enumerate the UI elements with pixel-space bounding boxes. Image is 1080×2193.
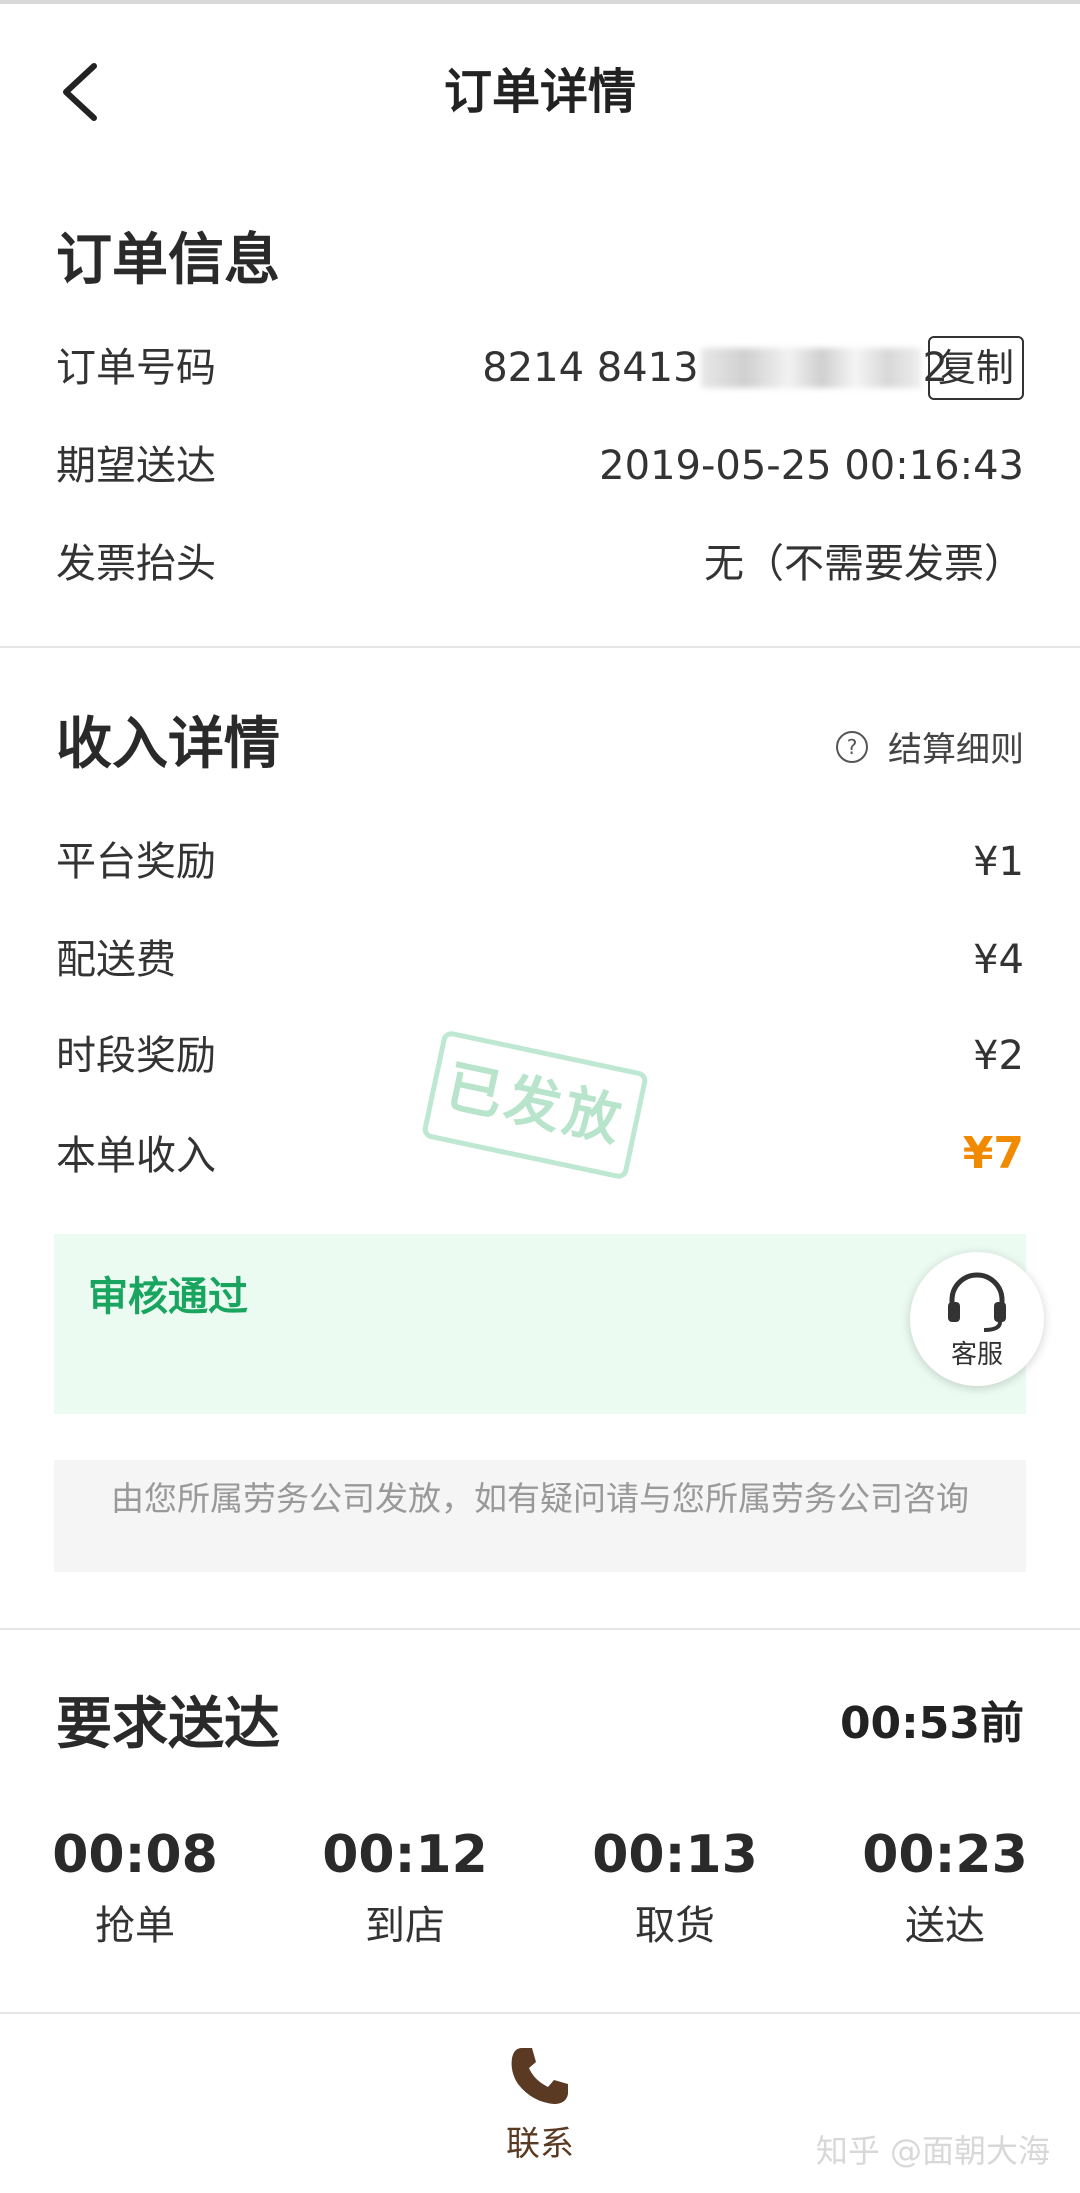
step-label: 送达 (905, 1903, 985, 1949)
expected-delivery-label: 期望送达 (56, 443, 216, 489)
delivery-title: 要求送达 (56, 1692, 280, 1757)
settlement-rules-label: 结算细则 (888, 730, 1024, 770)
contact-label: 联系 (506, 2124, 574, 2164)
step-time: 00:13 (592, 1825, 758, 1885)
step-label: 抢单 (95, 1903, 175, 1949)
expected-delivery-value: 2019-05-25 00:16:43 (599, 443, 1024, 489)
step-time: 00:12 (322, 1825, 488, 1885)
invoice-label: 发票抬头 (56, 541, 216, 587)
order-number-value: 8214 8413 2 (482, 340, 948, 396)
step-time: 00:23 (862, 1825, 1028, 1885)
customer-service-button[interactable]: 客服 (910, 1252, 1044, 1386)
audit-status-box: 审核通过 (54, 1234, 1026, 1414)
header: 订单详情 (0, 4, 1080, 174)
copy-button[interactable]: 复制 (927, 336, 1024, 400)
order-number-prefix: 8214 8413 (482, 345, 699, 391)
question-icon: ? (836, 730, 868, 763)
delivery-fee-label: 配送费 (56, 937, 176, 983)
divider (0, 646, 1080, 648)
order-info-title: 订单信息 (56, 228, 280, 293)
audit-status-text: 审核通过 (88, 1274, 248, 1320)
payout-notice-text: 由您所属劳务公司发放，如有疑问请与您所属劳务公司咨询 (111, 1479, 969, 1518)
order-number-redacted (700, 348, 921, 388)
bottom-bar: 联系 知乎 @面朝大海 (0, 2014, 1080, 2193)
time-reward-value: ¥2 (973, 1033, 1024, 1079)
platform-reward-value: ¥1 (973, 839, 1024, 885)
customer-service-label: 客服 (950, 1340, 1003, 1370)
contact-button[interactable]: 联系 (480, 2044, 600, 2174)
divider (0, 1628, 1080, 1630)
settlement-rules-link[interactable]: ? 结算细则 (836, 722, 1024, 771)
order-income-value: ¥7 (962, 1128, 1024, 1179)
step-label: 取货 (635, 1903, 715, 1949)
timeline-step: 00:23 送达 (810, 1820, 1080, 1956)
timeline-step: 00:08 抢单 (0, 1820, 270, 1956)
invoice-value: 无（不需要发票） (704, 541, 1024, 587)
step-label: 到店 (365, 1903, 445, 1949)
platform-reward-label: 平台奖励 (56, 839, 216, 885)
order-number-label: 订单号码 (56, 345, 216, 391)
delivery-deadline: 00:53前 (839, 1698, 1024, 1749)
issued-stamp: 已发放 (420, 1029, 650, 1181)
delivery-fee-value: ¥4 (973, 937, 1024, 983)
page-title: 订单详情 (443, 64, 636, 120)
payout-notice: 由您所属劳务公司发放，如有疑问请与您所属劳务公司咨询 (54, 1460, 1026, 1572)
step-time: 00:08 (52, 1825, 218, 1885)
phone-icon (511, 2048, 568, 2104)
headset-icon (948, 1272, 1006, 1332)
timeline-step: 00:12 到店 (270, 1820, 540, 1956)
order-income-label: 本单收入 (56, 1133, 216, 1179)
income-title: 收入详情 (56, 712, 280, 777)
timeline-step: 00:13 取货 (540, 1820, 810, 1956)
watermark: 知乎 @面朝大海 (815, 2132, 1050, 2170)
time-reward-label: 时段奖励 (56, 1033, 216, 1079)
delivery-timeline: 00:08 抢单 00:12 到店 00:13 取货 00:23 送达 (0, 1820, 1080, 1980)
